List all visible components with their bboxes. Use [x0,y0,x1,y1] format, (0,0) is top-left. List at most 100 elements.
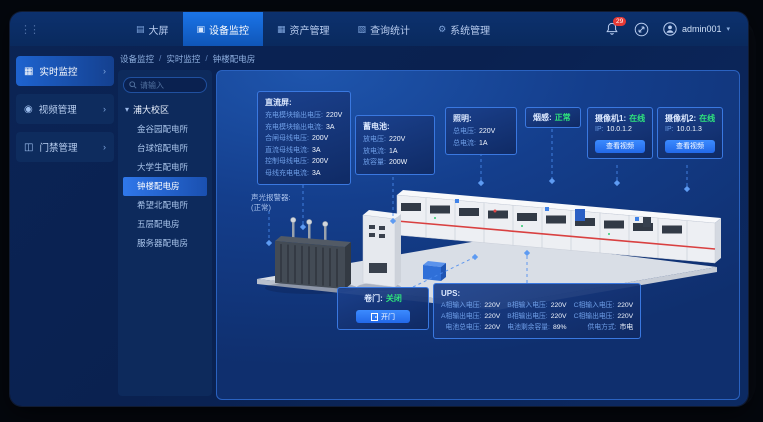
row-label: 母线充电电流: [265,168,309,180]
row-label: 直流母线电流: [265,145,309,157]
door-icon [371,313,378,321]
panel-title: 卷门: [364,293,383,304]
breadcrumb-item[interactable]: 设备监控 [120,53,154,65]
video-camera-icon: ◉ [24,104,33,115]
data-row: 总电流:1A [453,138,509,150]
button-label: 查看视频 [606,141,634,151]
tab-system-management[interactable]: ⚙ 系统管理 [424,12,504,46]
tree-root-node[interactable]: ▾ 浦大校区 [123,101,207,120]
data-row: A相输入电压:220V [441,300,500,311]
row-label: 电池总电压: [446,322,482,333]
data-row: B相输入电压: 220V [507,300,566,311]
sidebar-item-label: 门禁管理 [39,140,97,154]
data-row: 合闸母线电压:200V [265,133,343,145]
row-value: 220V [617,311,633,322]
tree-item-selected[interactable]: 钟楼配电房 [123,177,207,196]
asset-icon: ▦ [277,24,286,35]
row-label: C相输入电压: [574,300,615,311]
sidebar-item-label: 实时监控 [39,64,97,78]
menu-dots-icon[interactable]: ⋮⋮ [20,23,38,36]
data-row: 总电压:220V [453,126,509,138]
row-label: 电池剩余容量: [507,322,550,333]
alarm-title: 声光报警器: [251,193,291,203]
ups-grid: A相输入电压:220V B相输入电压:220V C相输入电压:220V A相输出… [441,300,633,333]
row-value: 220V [484,322,500,333]
dc-screen-panel: 直流屏: 充电模块输出电压:220V 充电模块输出电流:3A 合闸母线电压:20… [257,91,351,185]
battery-panel: 蓄电池: 放电压:220V 放电流:1A 放容量:200W [355,115,435,175]
open-door-button[interactable]: 开门 [356,310,410,323]
data-row: IP:10.0.1.2 [595,124,645,136]
row-label: A相输出电压: [441,311,481,322]
tab-label: 设备监控 [209,22,249,37]
tab-dashboard[interactable]: ▤ 大屏 [122,12,183,46]
view-video-button[interactable]: 查看视频 [595,140,645,153]
data-row: B相输出电压:220V [507,311,566,322]
tab-query-statistics[interactable]: ▧ 查询统计 [344,12,425,46]
tree-item[interactable]: 希望北配电所 [123,196,207,215]
room-visualization-panel: 直流屏: 充电模块输出电压:220V 充电模块输出电流:3A 合闸母线电压:20… [216,70,740,400]
tree-item[interactable]: 金谷园配电所 [123,120,207,139]
data-row: C相输入电压:220V [574,300,634,311]
data-row: IP:10.0.1.3 [665,124,715,136]
row-value: 220V [326,110,342,122]
user-menu[interactable]: admin001 ▾ [663,22,730,36]
sound-light-alarm-label: 声光报警器: (正常) [251,193,291,213]
row-value: 220V [551,300,567,311]
row-value: 3A [326,122,335,134]
fullscreen-icon[interactable] [634,22,649,37]
panel-title: 烟感: [533,112,552,123]
row-value: 1A [389,146,398,158]
tab-asset-management[interactable]: ▦ 资产管理 [263,12,344,46]
sidebar-item-video-management[interactable]: ◉ 视频管理 › [16,94,114,124]
gear-icon: ⚙ [438,24,446,35]
row-value: 10.0.1.3 [677,124,702,136]
statistics-icon: ▧ [358,24,367,35]
sidebar-item-realtime-monitor[interactable]: ▦ 实时监控 › [16,56,114,86]
tab-device-monitor[interactable]: ▣ 设备监控 [183,12,264,46]
data-row: 放容量:200W [363,157,427,169]
panel-title: 蓄电池: [363,121,427,132]
user-avatar-icon [663,22,677,36]
panel-title: 摄像机2: [665,113,696,124]
breadcrumb-item[interactable]: 钟楼配电房 [213,53,256,65]
data-row: 放电压:220V [363,134,427,146]
chevron-right-icon: › [103,142,106,152]
tree-item[interactable]: 五层配电房 [123,215,207,234]
tree-item[interactable]: 服务器配电房 [123,234,207,253]
tree-item[interactable]: 台球馆配电所 [123,139,207,158]
breadcrumb-separator: / [159,53,161,65]
user-name: admin001 [682,24,722,34]
tab-label: 资产管理 [290,22,330,37]
row-label: IP: [665,124,674,136]
row-value: 3A [312,168,321,180]
row-value: 220V [389,134,405,146]
status-badge: 在线 [699,113,715,124]
ups-panel: UPS: A相输入电压:220V B相输入电压:220V C相输入电压:220V… [433,283,641,339]
data-row: C相输出电压:220V [574,311,634,322]
tree-root-label: 浦大校区 [133,103,169,116]
row-label: B相输入电压: [507,300,547,311]
data-row: 充电模块输出电压:220V [265,110,343,122]
notification-badge: 29 [613,17,626,26]
door-panel: 卷门: 关闭 开门 [337,287,429,330]
view-video-button[interactable]: 查看视频 [665,140,715,153]
tree-search [123,77,207,93]
row-label: 充电模块输出电压: [265,110,323,122]
data-row: 母线充电电流:3A [265,168,343,180]
sidebar-item-access-management[interactable]: ◫ 门禁管理 › [16,132,114,162]
app-window: ⋮⋮ ▤ 大屏 ▣ 设备监控 ▦ 资产管理 ▧ 查询统计 [10,12,748,406]
breadcrumb-item[interactable]: 实时监控 [166,53,200,65]
row-value: 200V [312,156,328,168]
data-row: A相输出电压:220V [441,311,500,322]
panel-title: 摄像机1: [595,113,626,124]
data-row: 充电模块输出电流:3A [265,122,343,134]
tree-search-input[interactable] [140,81,201,90]
status-badge: 正常 [555,112,571,123]
notification-bell-button[interactable]: 29 [605,22,620,37]
nav-tabs: ▤ 大屏 ▣ 设备监控 ▦ 资产管理 ▧ 查询统计 ⚙ 系统管理 [122,12,504,46]
chevron-right-icon: › [103,66,106,76]
row-label: 放电压: [363,134,386,146]
row-label: 供电方式: [588,322,617,333]
row-label: A相输入电压: [441,300,481,311]
tree-item[interactable]: 大学生配电所 [123,158,207,177]
